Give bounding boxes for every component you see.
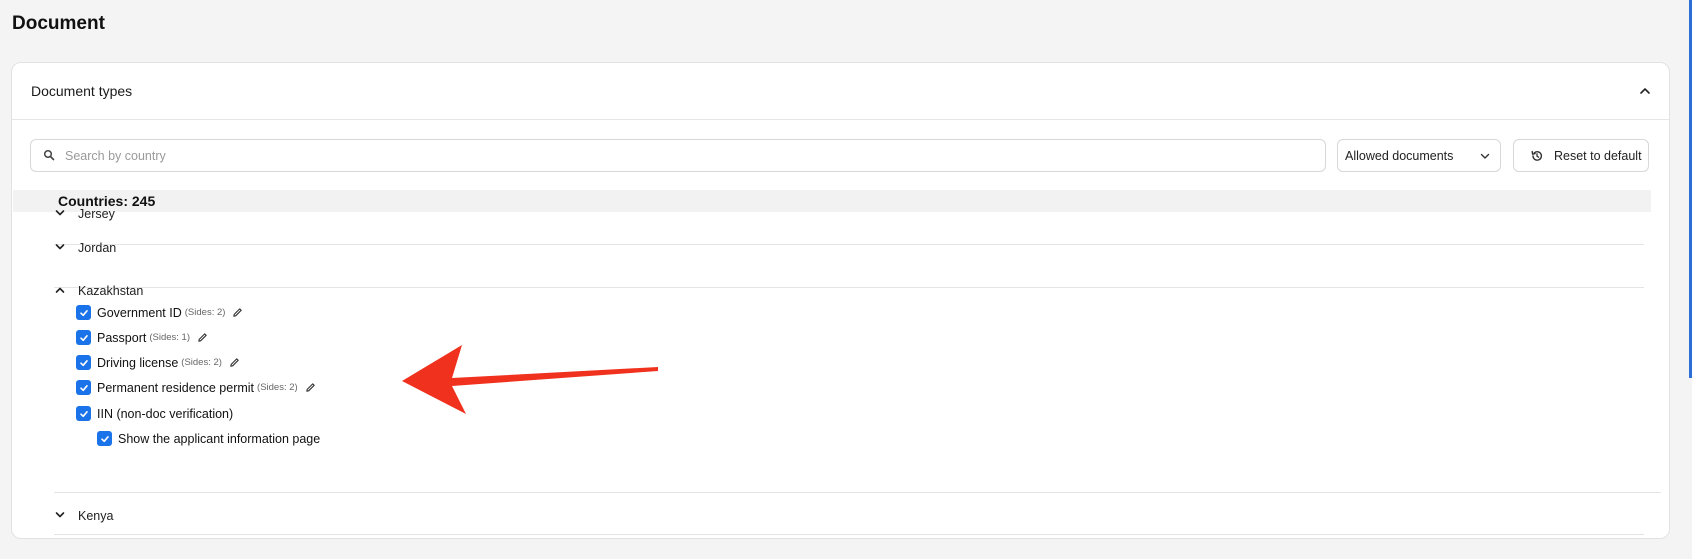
search-icon <box>43 149 57 163</box>
checkbox[interactable] <box>97 431 112 446</box>
reset-button-label: Reset to default <box>1554 148 1642 163</box>
check-icon <box>79 309 88 316</box>
document-types-card: Document types Allowed documents Reset t… <box>11 62 1670 539</box>
pencil-icon[interactable] <box>232 307 244 319</box>
page-title: Document <box>12 13 105 34</box>
document-item-permanent-residence-permit[interactable]: Permanent residence permit (Sides: 2) <box>76 380 317 395</box>
reset-to-default-button[interactable]: Reset to default <box>1513 139 1649 172</box>
country-row-jordan[interactable]: Jordan <box>54 240 1644 256</box>
chevron-up-icon[interactable] <box>54 284 68 298</box>
chevron-down-icon <box>1479 150 1491 162</box>
pencil-icon[interactable] <box>197 332 209 344</box>
country-row-jersey[interactable]: Jersey <box>54 206 1644 222</box>
document-item-passport[interactable]: Passport (Sides: 1) <box>76 330 209 345</box>
chevron-down-icon[interactable] <box>54 509 68 523</box>
country-name: Kazakhstan <box>78 284 144 298</box>
sides-count: (Sides: 2) <box>184 307 226 318</box>
sides-count: (Sides: 1) <box>149 332 190 343</box>
show-applicant-info-option[interactable]: Show the applicant information page <box>97 431 320 446</box>
chevron-down-icon[interactable] <box>54 241 68 255</box>
country-row-kazakhstan[interactable]: Kazakhstan <box>54 283 1644 299</box>
divider <box>54 534 1644 535</box>
pencil-icon[interactable] <box>305 382 317 394</box>
checkbox[interactable] <box>76 406 91 421</box>
check-icon <box>79 359 88 366</box>
check-icon <box>79 410 88 417</box>
checkbox[interactable] <box>76 330 91 345</box>
country-row-kenya[interactable]: Kenya <box>54 508 1644 524</box>
card-title: Document types <box>31 83 133 99</box>
history-icon <box>1530 149 1544 163</box>
chevron-down-icon[interactable] <box>54 207 68 221</box>
country-name: Jersey <box>78 207 115 221</box>
document-label: IIN (non-doc verification) <box>97 406 234 421</box>
document-label: Driving license <box>97 355 179 370</box>
check-icon <box>100 435 109 442</box>
pencil-icon[interactable] <box>229 357 241 369</box>
document-label: Government ID <box>97 305 182 320</box>
country-name: Kenya <box>78 509 114 523</box>
filter-selected-value: Allowed documents <box>1345 148 1454 163</box>
divider <box>54 492 1661 493</box>
check-icon <box>79 334 88 341</box>
document-label: Passport <box>97 330 147 345</box>
option-label: Show the applicant information page <box>118 431 321 446</box>
search-input[interactable] <box>65 148 1265 163</box>
checkbox[interactable] <box>76 305 91 320</box>
chevron-up-icon[interactable] <box>1635 81 1655 101</box>
sides-count: (Sides: 2) <box>181 357 222 368</box>
sides-count: (Sides: 2) <box>257 382 298 393</box>
country-name: Jordan <box>78 241 117 255</box>
checkbox[interactable] <box>76 355 91 370</box>
document-item-government-id[interactable]: Government ID (Sides: 2) <box>76 305 244 320</box>
check-icon <box>79 384 88 391</box>
document-item-driving-license[interactable]: Driving license (Sides: 2) <box>76 355 241 370</box>
document-item-iin[interactable]: IIN (non-doc verification) <box>76 406 233 421</box>
document-label: Permanent residence permit <box>97 380 255 395</box>
checkbox[interactable] <box>76 380 91 395</box>
card-header[interactable]: Document types <box>12 63 1669 120</box>
document-filter-select[interactable]: Allowed documents <box>1337 139 1501 172</box>
toolbar: Allowed documents Reset to default <box>30 139 1651 172</box>
search-box[interactable] <box>30 139 1326 172</box>
